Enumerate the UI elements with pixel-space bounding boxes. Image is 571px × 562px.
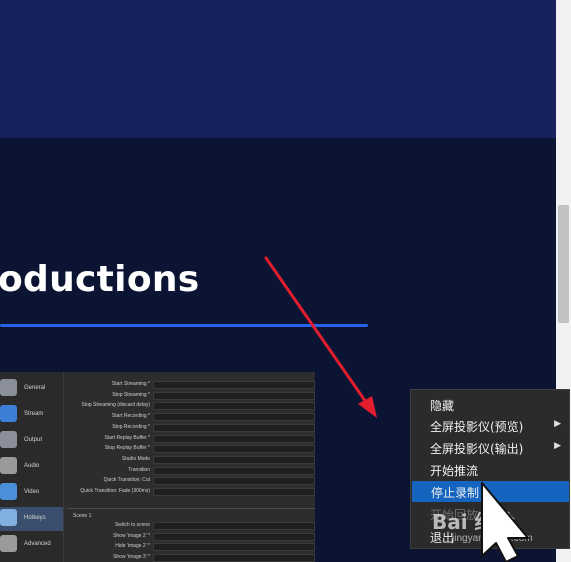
hotkey-row: Stop Streaming (discard delay) <box>67 401 315 411</box>
hotkey-input[interactable] <box>153 381 315 389</box>
context-menu-item-label: 全屏投影仪(输出) <box>430 442 524 456</box>
obs-nav-label: Output <box>24 437 43 443</box>
chevron-right-icon: ▶ <box>554 441 561 451</box>
gear-icon <box>0 379 17 396</box>
hotkey-label: Studio Mode <box>121 455 150 462</box>
monitor-icon <box>0 483 17 500</box>
hotkey-label: Stop Streaming (discard delay) <box>81 402 150 409</box>
scene-hotkey-row: Show 'image 3' * <box>67 553 315 562</box>
hotkey-input[interactable] <box>153 445 315 454</box>
header-band <box>0 0 556 138</box>
speaker-icon <box>0 457 17 474</box>
obs-nav-label: Stream <box>24 411 44 417</box>
chevron-right-icon: ▶ <box>554 419 561 429</box>
page-heading: oductions <box>0 259 200 300</box>
hotkey-label: Transition <box>128 466 150 473</box>
hotkey-input[interactable] <box>153 391 315 400</box>
scene-divider <box>67 508 315 509</box>
hotkey-input[interactable] <box>153 543 315 552</box>
context-menu-item[interactable]: 全屏投影仪(预览) ▶ <box>411 415 569 436</box>
hotkey-row: Transition <box>67 466 315 476</box>
context-menu-item-label: 停止录制 <box>431 486 480 500</box>
obs-settings-screenshot: General Stream Output Audio Video Hotkeys Adva… <box>0 372 315 562</box>
scrollbar-thumb[interactable] <box>558 205 569 323</box>
hotkey-label: Quick Transition: Fade (300ms) <box>80 488 150 494</box>
obs-nav-advanced[interactable]: Advanced <box>0 533 63 557</box>
scene-hotkey-row: Show 'image 2' * <box>67 532 315 542</box>
obs-nav-label: Audio <box>24 463 40 469</box>
hotkey-label: Quick Transition: Cut <box>103 477 150 484</box>
hotkey-row: Start Replay Buffer * <box>67 434 315 444</box>
hotkey-label: Stop Streaming * <box>112 391 150 398</box>
hotkey-label: Hide 'image 2' * <box>115 543 150 550</box>
hotkey-row: Quick Transition: Fade (300ms) <box>67 487 315 497</box>
obs-nav-hotkeys[interactable]: Hotkeys <box>0 507 63 531</box>
hotkey-input[interactable] <box>153 554 315 562</box>
obs-nav-label: Advanced <box>24 541 51 547</box>
hotkey-row: Studio Mode <box>67 455 315 465</box>
scene-title: Scene 1 <box>73 513 92 519</box>
output-icon <box>0 431 17 448</box>
hotkey-row: Start Streaming * <box>67 380 315 390</box>
hotkey-input[interactable] <box>153 488 315 496</box>
hotkey-input[interactable] <box>153 434 315 443</box>
hotkey-label: Stop Recording * <box>112 423 150 430</box>
hotkey-row: Stop Replay Buffer * <box>67 444 315 454</box>
obs-nav-stream[interactable]: Stream <box>0 403 63 427</box>
hotkey-row: Stop Recording * <box>67 423 315 433</box>
hotkey-label: Start Recording * <box>111 413 150 420</box>
hotkey-input[interactable] <box>153 522 315 530</box>
obs-nav-label: Hotkeys <box>24 515 46 521</box>
obs-nav-label: Video <box>24 489 40 495</box>
obs-nav-general[interactable]: General <box>0 377 63 401</box>
hotkey-input[interactable] <box>153 532 315 541</box>
hotkey-input[interactable] <box>153 413 315 422</box>
obs-nav-output[interactable]: Output <box>0 429 63 453</box>
hotkey-label: Start Streaming * <box>111 381 150 387</box>
context-menu-item-label: 隐藏 <box>430 399 455 413</box>
hotkey-input[interactable] <box>153 455 315 464</box>
scene-hotkey-row: Switch to scene <box>67 521 315 531</box>
context-menu-item[interactable]: 全屏投影仪(输出) ▶ <box>411 437 569 458</box>
hotkey-row: Start Recording * <box>67 412 315 422</box>
hotkey-input[interactable] <box>153 477 315 486</box>
hotkey-label: Stop Replay Buffer * <box>104 445 150 452</box>
hotkey-input[interactable] <box>153 466 315 475</box>
scene-hotkey-row: Hide 'image 2' * <box>67 542 315 552</box>
globe-icon <box>0 405 17 422</box>
watermark-url: jingyan.baidu.com <box>452 533 533 544</box>
context-menu-item-label: 开始推流 <box>430 464 479 478</box>
hotkey-input[interactable] <box>153 423 315 432</box>
hotkey-row: Quick Transition: Cut <box>67 476 315 486</box>
context-menu-item-label: 全屏投影仪(预览) <box>430 420 524 434</box>
watermark-logo: Bai 经验 <box>432 510 515 534</box>
hotkey-label: Show 'image 3' * <box>113 554 150 561</box>
gears-icon <box>0 535 17 552</box>
hotkey-label: Switch to scene <box>114 522 150 528</box>
obs-nav-label: General <box>24 385 46 391</box>
obs-nav-audio[interactable]: Audio <box>0 455 63 479</box>
context-menu-item[interactable]: 开始推流 <box>411 459 569 480</box>
obs-hotkeys-panel: Start Streaming * Stop Streaming * Stop St… <box>67 372 315 562</box>
context-menu-item[interactable]: 停止录制 <box>412 481 569 502</box>
keyboard-icon <box>0 509 17 526</box>
hotkey-label: Start Replay Buffer * <box>104 434 151 441</box>
hotkey-input[interactable] <box>153 402 315 411</box>
hotkey-label: Show 'image 2' * <box>113 532 150 539</box>
hotkey-row: Stop Streaming * <box>67 391 315 401</box>
context-menu-item[interactable]: 隐藏 <box>411 394 569 415</box>
obs-nav-video[interactable]: Video <box>0 481 63 505</box>
heading-underline <box>0 324 368 327</box>
